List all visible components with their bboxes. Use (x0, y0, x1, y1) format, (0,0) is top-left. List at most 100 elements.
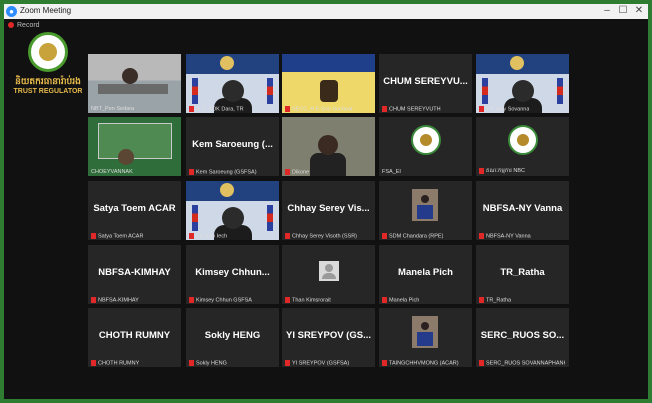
mic-muted-icon (382, 232, 387, 239)
org-seal-icon (28, 32, 68, 72)
participant-tile[interactable]: CHUM SEREYVU... CHUM SEREYVUTH (379, 54, 472, 113)
participant-display-name: TR_Ratha (500, 267, 545, 278)
participant-name-label: CHOTH RUMNY (91, 359, 139, 366)
participant-tile[interactable]: Kem Saroeung (... Kem Saroeung (GSFSA) (186, 117, 279, 176)
participant-video (186, 54, 279, 113)
participant-tile[interactable]: Kimsey Chhun... Kimsey Chhun GSFSA (186, 245, 279, 304)
participant-name-text: TAINGCHHVMONG (ACAR) (389, 360, 459, 366)
participant-name-label: TR_Hay Sovanna (479, 105, 530, 112)
participant-name-text: Manela Pich (389, 297, 420, 303)
participant-photo (412, 316, 438, 348)
participant-tile[interactable]: Chhay Serey Vis... Chhay Serey Visoth (SS… (282, 181, 375, 240)
participant-tile[interactable]: SERC_RUOS SO... SERC_RUOS SOVANNAPHANK (476, 308, 569, 367)
participant-name-text: Than Kimsrorait (292, 297, 331, 303)
participant-name-label: គណៈកម្មការ NBC (479, 167, 525, 175)
participant-name-label: Chhay Serey Visoth (SSR) (285, 232, 358, 239)
mic-muted-icon (285, 296, 290, 303)
participant-name-text: គណៈកម្មការ NBC (486, 168, 525, 174)
participant-name-text: Sokly HENG (196, 360, 227, 366)
participant-display-name: NBFSA-KIMHAY (98, 267, 171, 278)
participant-tile[interactable]: Than Kimsrorait (282, 245, 375, 304)
mic-muted-icon (189, 105, 194, 112)
participant-tile[interactable]: H.E. SOK Dara, TR (186, 54, 279, 113)
participant-name-label: Than Kimsrorait (285, 296, 331, 303)
participant-name-text: YI SREYPOV (GSFSA) (292, 360, 350, 366)
maximize-button[interactable]: ☐ (616, 5, 630, 16)
participant-name-label: SECC_H.E Sou Socheat (285, 105, 353, 112)
mic-muted-icon (479, 105, 484, 112)
participant-name-text: NBFSA-NY Vanna (486, 233, 531, 239)
participant-tile[interactable]: TR_Hay Sovanna (476, 54, 569, 113)
participant-tile[interactable]: គណៈកម្មការ NBC (476, 117, 569, 176)
mic-muted-icon (285, 168, 290, 175)
participant-display-name: SERC_RUOS SO... (480, 330, 565, 341)
participant-name-label: SDM Chandara (RPE) (382, 232, 444, 239)
participant-name-text: SDM Chandara (RPE) (389, 233, 444, 239)
participant-tile[interactable]: Dikone (282, 117, 375, 176)
participant-photo (412, 189, 438, 221)
recording-label: Record (17, 22, 40, 29)
participant-name-label: NBT_Pen Sedara (91, 106, 134, 112)
mic-muted-icon (382, 359, 387, 366)
participant-name-text: SERC_RUOS SOVANNAPHANK (486, 360, 565, 366)
participant-tile[interactable]: NBFSA-KIMHAY NBFSA-KIMHAY (88, 245, 181, 304)
record-dot-icon (8, 22, 14, 29)
mic-muted-icon (285, 359, 290, 366)
participant-name-text: NBT_Pen Sedara (91, 106, 135, 112)
participant-tile[interactable]: Satya Toem ACAR Satya Toem ACAR (88, 181, 181, 240)
participant-name-text: TR_Lim Iech (196, 233, 228, 239)
participant-name-label: Satya Toem ACAR (91, 232, 143, 239)
participant-name-label: TR_Ratha (479, 296, 511, 303)
participant-avatar-icon (508, 125, 538, 155)
mic-muted-icon (285, 232, 290, 239)
mic-muted-icon (189, 168, 194, 175)
mic-muted-icon (91, 296, 96, 303)
participant-display-name: YI SREYPOV (GS... (286, 330, 371, 341)
participant-name-label: Kem Saroeung (GSFSA) (189, 168, 257, 175)
participant-name-label: Sokly HENG (189, 359, 227, 366)
mic-muted-icon (479, 167, 484, 174)
participant-video (88, 54, 181, 113)
minimize-button[interactable]: – (600, 5, 614, 16)
participant-tile[interactable]: Manela Pich Manela Pich (379, 245, 472, 304)
default-avatar-icon (319, 261, 339, 281)
participant-name-text: Chhay Serey Visoth (SSR) (292, 233, 358, 239)
participant-display-name: Sokly HENG (204, 330, 261, 341)
participant-video (282, 54, 375, 113)
participant-name-text: Dikone (292, 169, 310, 175)
mic-muted-icon (285, 105, 290, 112)
participant-tile[interactable]: CHOTH RUMNY CHOTH RUMNY (88, 308, 181, 367)
mic-muted-icon (189, 232, 194, 239)
recording-indicator[interactable]: Record (8, 22, 40, 29)
participant-display-name: Kem Saroeung (... (192, 139, 273, 150)
participant-tile[interactable]: FSA_EI (379, 117, 472, 176)
participant-tile[interactable]: CHOEYVANNAK (88, 117, 181, 176)
participant-tile[interactable]: YI SREYPOV (GS... YI SREYPOV (GSFSA) (282, 308, 375, 367)
participant-tile[interactable]: NBFSA-NY Vanna NBFSA-NY Vanna (476, 181, 569, 240)
participant-tile[interactable]: TAINGCHHVMONG (ACAR) (379, 308, 472, 367)
participant-tile[interactable]: TR_Ratha TR_Ratha (476, 245, 569, 304)
participant-name-text: TR_Hay Sovanna (486, 106, 530, 112)
participant-name-text: Kimsey Chhun GSFSA (196, 297, 252, 303)
participant-avatar-icon (411, 125, 441, 155)
participant-display-name: Satya Toem ACAR (93, 203, 176, 214)
participant-name-label: TAINGCHHVMONG (ACAR) (382, 359, 459, 366)
participant-tile[interactable]: NBT_Pen Sedara (88, 54, 181, 113)
participant-display-name: Kimsey Chhun... (195, 267, 270, 278)
window-title: Zoom Meeting (20, 6, 72, 15)
mic-muted-icon (479, 296, 484, 303)
participant-tile[interactable]: Sokly HENG Sokly HENG (186, 308, 279, 367)
zoom-app-icon: ● (6, 6, 17, 17)
participant-display-name: CHUM SEREYVU... (383, 76, 468, 87)
participant-tile[interactable]: SECC_H.E Sou Socheat (282, 54, 375, 113)
zoom-window: ● Zoom Meeting – ☐ ✕ Record និយតករធានារ៉… (4, 4, 648, 399)
participant-tile[interactable]: TR_Lim Iech (186, 181, 279, 240)
mic-muted-icon (382, 105, 387, 112)
participant-display-name: Chhay Serey Vis... (287, 203, 370, 214)
participant-display-name: NBFSA-NY Vanna (482, 203, 563, 214)
participant-name-label: YI SREYPOV (GSFSA) (285, 359, 350, 366)
participant-tile[interactable]: SDM Chandara (RPE) (379, 181, 472, 240)
participant-name-label: Manela Pich (382, 296, 420, 303)
participant-name-text: NBFSA-KIMHAY (98, 297, 139, 303)
close-button[interactable]: ✕ (632, 5, 646, 16)
